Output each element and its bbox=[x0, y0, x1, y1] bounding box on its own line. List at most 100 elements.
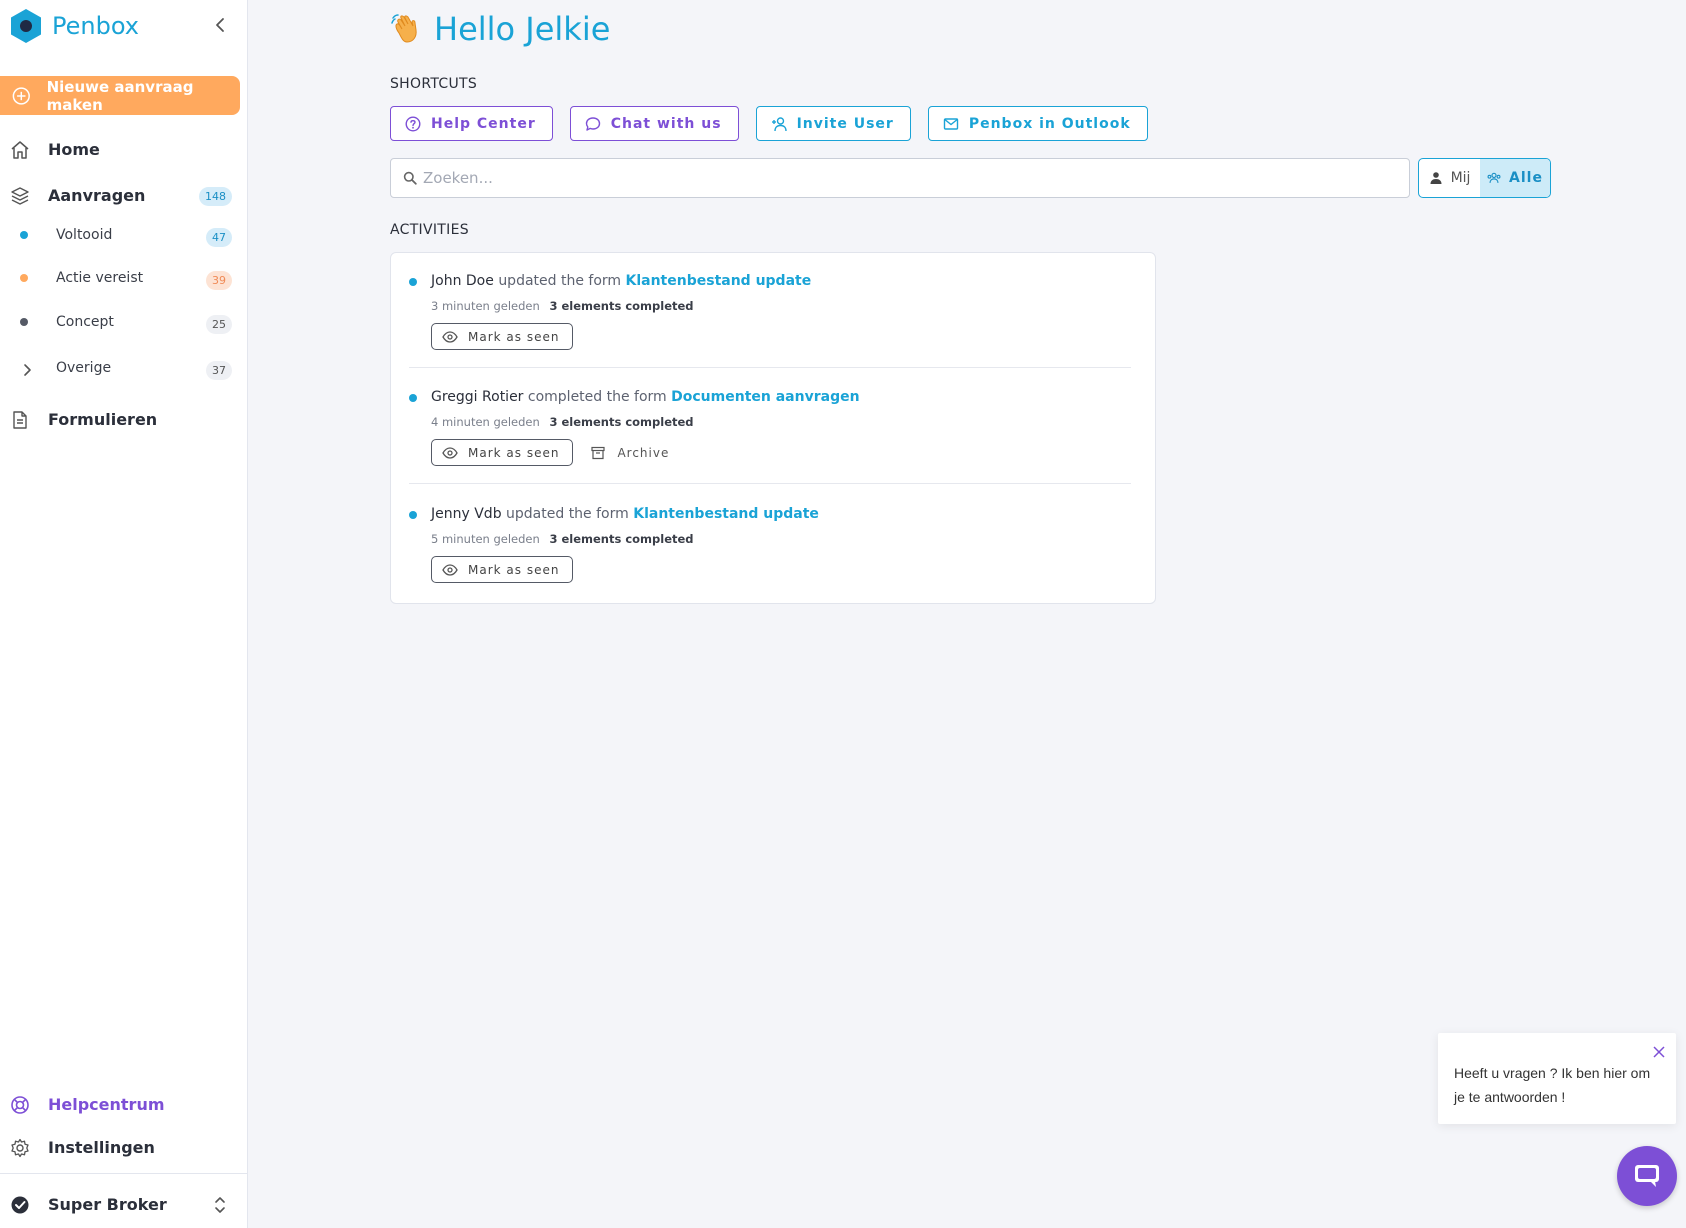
chevron-up-down-icon bbox=[215, 1197, 225, 1213]
mark-as-seen-label: Mark as seen bbox=[468, 445, 560, 460]
sidebar-item-label: Instellingen bbox=[48, 1138, 155, 1157]
activity-time: 3 minuten geleden bbox=[431, 299, 540, 313]
sidebar-item-label: Concept bbox=[56, 314, 114, 330]
filter-all-option[interactable]: Alle bbox=[1480, 159, 1550, 197]
activity-meta: 5 minuten geleden 3 elements completed bbox=[431, 532, 694, 546]
mark-as-seen-label: Mark as seen bbox=[468, 329, 560, 344]
brand-name: Penbox bbox=[52, 12, 139, 40]
owner-filter-toggle: Mij Alle bbox=[1418, 158, 1551, 198]
users-group-icon bbox=[1487, 172, 1501, 183]
activities-heading: ACTIVITIES bbox=[390, 222, 469, 238]
unread-dot bbox=[409, 278, 417, 286]
activity-actor: Jenny Vdb bbox=[431, 506, 502, 522]
sidebar-item-label: Helpcentrum bbox=[48, 1095, 165, 1114]
activity-actions: Mark as seen Archive bbox=[431, 439, 669, 466]
brand[interactable]: Penbox bbox=[10, 8, 139, 44]
mark-as-seen-label: Mark as seen bbox=[468, 562, 560, 577]
shortcuts-heading: SHORTCUTS bbox=[390, 76, 478, 92]
activity-form-link[interactable]: Klantenbestand update bbox=[633, 506, 819, 522]
filter-mine-option[interactable]: Mij bbox=[1419, 159, 1480, 197]
activity-time: 4 minuten geleden bbox=[431, 415, 540, 429]
account-name: Super Broker bbox=[48, 1195, 167, 1214]
archive-button[interactable]: Archive bbox=[591, 446, 669, 460]
activity-summary: Jenny Vdb updated the form Klantenbestan… bbox=[431, 506, 819, 522]
lifebuoy-icon bbox=[11, 1096, 29, 1114]
chat-launcher-button[interactable] bbox=[1617, 1146, 1677, 1206]
sidebar-item-concept[interactable]: Concept 25 bbox=[0, 311, 248, 337]
status-dot bbox=[20, 231, 28, 239]
penbox-logo-icon bbox=[11, 9, 41, 43]
sidebar-item-overige[interactable]: Overige 37 bbox=[0, 357, 248, 383]
page-title: Hello Jelkie bbox=[434, 10, 611, 48]
divider bbox=[0, 1173, 248, 1174]
search-icon bbox=[403, 171, 417, 185]
chat-prompt-message: Heeft u vragen ? Ik ben hier om je te an… bbox=[1454, 1065, 1651, 1105]
activity-verb: completed the form bbox=[527, 389, 667, 405]
sidebar-item-label: Actie vereist bbox=[56, 270, 144, 286]
activity-completed: 3 elements completed bbox=[549, 532, 694, 546]
sidebar-item-instellingen[interactable]: Instellingen bbox=[0, 1134, 248, 1162]
sidebar-item-voltooid[interactable]: Voltooid 47 bbox=[0, 224, 248, 250]
sidebar-item-label: Home bbox=[48, 140, 100, 159]
eye-icon bbox=[442, 446, 458, 459]
activity-item: Greggi Rotier completed the form Documen… bbox=[409, 389, 1131, 469]
count-badge: 47 bbox=[206, 228, 232, 247]
count-badge: 39 bbox=[206, 271, 232, 290]
activity-meta: 4 minuten geleden 3 elements completed bbox=[431, 415, 694, 429]
user-icon bbox=[1430, 172, 1442, 184]
mark-as-seen-button[interactable]: Mark as seen bbox=[431, 439, 574, 466]
gear-icon bbox=[11, 1138, 29, 1158]
activity-item: John Doe updated the form Klantenbestand… bbox=[409, 273, 1131, 353]
chat-with-us-button[interactable]: Chat with us bbox=[569, 106, 739, 141]
count-badge: 37 bbox=[206, 361, 232, 380]
waving-hand-icon bbox=[391, 14, 417, 43]
activity-actor: Greggi Rotier bbox=[431, 389, 524, 405]
mark-as-seen-button[interactable]: Mark as seen bbox=[431, 323, 574, 350]
filter-all-label: Alle bbox=[1509, 170, 1543, 186]
activity-actions: Mark as seen bbox=[431, 323, 574, 350]
activity-meta: 3 minuten geleden 3 elements completed bbox=[431, 299, 694, 313]
verified-check-icon bbox=[11, 1196, 29, 1214]
activity-form-link[interactable]: Documenten aanvragen bbox=[671, 389, 859, 405]
activity-summary: Greggi Rotier completed the form Documen… bbox=[431, 389, 860, 405]
count-badge: 148 bbox=[199, 187, 232, 206]
invite-user-button[interactable]: Invite User bbox=[755, 106, 911, 141]
sidebar-item-label: Aanvragen bbox=[48, 186, 146, 205]
activity-actions: Mark as seen bbox=[431, 556, 574, 583]
collapse-sidebar-icon[interactable] bbox=[212, 16, 228, 34]
new-request-label: Nieuwe aanvraag maken bbox=[46, 77, 194, 114]
shortcut-label: Chat with us bbox=[610, 115, 722, 132]
account-switcher[interactable]: Super Broker bbox=[0, 1191, 248, 1219]
status-dot bbox=[20, 274, 28, 282]
activity-time: 5 minuten geleden bbox=[431, 532, 540, 546]
chevron-right-icon bbox=[24, 364, 31, 376]
divider bbox=[409, 367, 1131, 368]
sidebar-item-actie-vereist[interactable]: Actie vereist 39 bbox=[0, 267, 248, 293]
add-user-icon bbox=[771, 116, 787, 131]
count-badge: 25 bbox=[206, 315, 232, 334]
eye-icon bbox=[442, 563, 458, 576]
sidebar-item-home[interactable]: Home bbox=[0, 136, 248, 164]
sidebar-item-label: Overige bbox=[56, 360, 112, 376]
activities-card: John Doe updated the form Klantenbestand… bbox=[390, 252, 1156, 604]
chat-prompt-bubble: Heeft u vragen ? Ik ben hier om je te an… bbox=[1438, 1033, 1676, 1124]
shortcut-label: Invite User bbox=[796, 115, 894, 132]
activity-summary: John Doe updated the form Klantenbestand… bbox=[431, 273, 811, 289]
shortcuts-bar: Help Center Chat with us Invite User Pen… bbox=[390, 106, 1148, 141]
activity-form-link[interactable]: Klantenbestand update bbox=[626, 273, 812, 289]
help-center-button[interactable]: Help Center bbox=[390, 106, 553, 141]
penbox-in-outlook-button[interactable]: Penbox in Outlook bbox=[927, 106, 1148, 141]
sidebar: Penbox Nieuwe aanvraag maken Home Aanvra… bbox=[0, 0, 248, 1228]
sidebar-item-aanvragen[interactable]: Aanvragen 148 bbox=[0, 182, 248, 210]
close-icon[interactable] bbox=[1652, 1045, 1666, 1059]
layers-icon bbox=[11, 187, 29, 205]
new-request-button[interactable]: Nieuwe aanvraag maken bbox=[0, 76, 240, 115]
activity-verb: updated the form bbox=[498, 273, 622, 289]
shortcut-label: Help Center bbox=[431, 115, 536, 132]
sidebar-item-label: Formulieren bbox=[48, 410, 158, 429]
mark-as-seen-button[interactable]: Mark as seen bbox=[431, 556, 574, 583]
sidebar-item-formulieren[interactable]: Formulieren bbox=[0, 406, 248, 434]
sidebar-item-helpcentrum[interactable]: Helpcentrum bbox=[0, 1091, 248, 1119]
chat-bubble-icon bbox=[1635, 1165, 1659, 1187]
search-input[interactable] bbox=[423, 169, 1383, 187]
